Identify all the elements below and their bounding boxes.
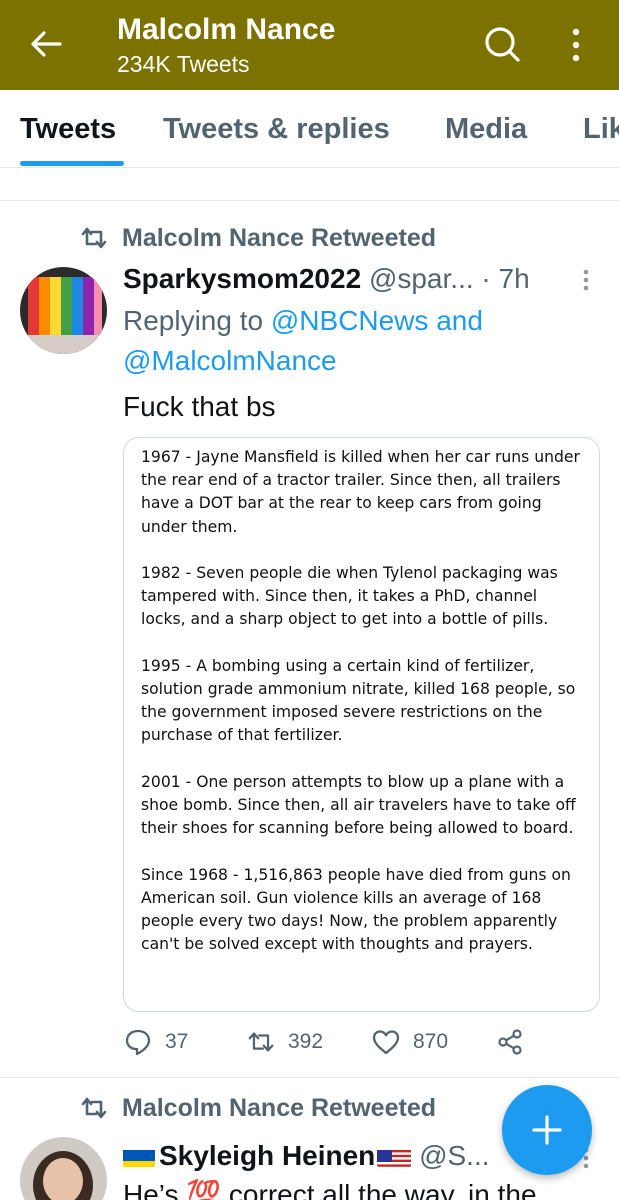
author-name[interactable]: Sparkysmom2022: [123, 263, 361, 294]
author-name[interactable]: Skyleigh Heinen: [159, 1140, 375, 1171]
tweet-actions: 37 392 870: [123, 1027, 583, 1063]
mention-and[interactable]: and: [436, 305, 483, 336]
retweet-button[interactable]: 392: [246, 1027, 323, 1057]
retweet-icon: [248, 1032, 274, 1052]
tab-tweets-and-replies[interactable]: Tweets & replies: [163, 112, 390, 146]
compose-tweet-button[interactable]: [502, 1085, 592, 1175]
retweet-context-label: Malcolm Nance Retweeted: [122, 223, 436, 252]
top-app-bar: Malcolm Nance 234K Tweets: [0, 0, 619, 90]
image-paragraph: 1995 - A bombing using a certain kind of…: [141, 656, 576, 745]
us-flag-icon: [377, 1145, 412, 1167]
tab-tweets[interactable]: Tweets: [20, 112, 116, 146]
retweet-context-label: Malcolm Nance Retweeted: [122, 1093, 436, 1122]
retweet-count: 392: [288, 1030, 324, 1053]
profile-name-title: Malcolm Nance: [117, 13, 336, 46]
profile-tabs: Tweets Tweets & replies Media Likes: [0, 90, 619, 168]
reply-icon: [125, 1029, 151, 1056]
image-paragraph: Since 1968 - 1,516,863 people have died …: [141, 865, 571, 954]
more-vertical-icon[interactable]: [566, 26, 586, 66]
image-paragraph: 1967 - Jayne Mansfield is killed when he…: [141, 448, 580, 536]
tweet-image[interactable]: 1967 - Jayne Mansfield is killed when he…: [123, 437, 600, 1012]
retweet-context: Malcolm Nance Retweeted: [78, 222, 436, 254]
reply-button[interactable]: 37: [123, 1027, 188, 1057]
tweet-count: 234K Tweets: [117, 51, 250, 77]
replying-to: Replying to @NBCNews and @MalcolmNance: [123, 301, 593, 381]
like-count: 870: [413, 1030, 449, 1053]
image-paragraph: 2001 - One person attempts to blow up a …: [141, 772, 576, 838]
separator-dot: ·: [481, 263, 491, 294]
search-icon[interactable]: [482, 24, 522, 64]
reply-count: 37: [165, 1030, 189, 1053]
more-options-icon[interactable]: [580, 268, 592, 292]
heart-icon: [372, 1030, 400, 1055]
tab-likes[interactable]: Likes: [583, 112, 619, 146]
plus-icon: [532, 1115, 562, 1145]
tweet-author-row: Sparkysmom2022 @spar... · 7h: [123, 261, 593, 297]
tweet-text: Fuck that bs: [123, 391, 276, 422]
author-handle[interactable]: @S...: [419, 1140, 489, 1171]
tab-media[interactable]: Media: [445, 112, 527, 146]
replying-to-label: Replying to: [123, 305, 264, 336]
tweet-divider: [0, 1077, 619, 1078]
mention-link[interactable]: @NBCNews: [271, 305, 429, 336]
active-tab-indicator: [20, 161, 124, 166]
mention-link[interactable]: @MalcolmNance: [123, 345, 337, 376]
image-paragraph: 1982 - Seven people die when Tylenol pac…: [141, 564, 558, 629]
arrow-left-icon[interactable]: [28, 26, 64, 62]
share-icon: [498, 1029, 522, 1055]
share-button[interactable]: [495, 1027, 537, 1057]
tweet-timestamp: 7h: [498, 263, 530, 294]
retweet-icon: [81, 227, 107, 249]
feed-spacer: [0, 168, 619, 201]
tweet-text: He’s 💯 correct all the way, in the: [123, 1179, 537, 1200]
avatar[interactable]: [20, 1137, 107, 1200]
retweet-icon: [81, 1097, 107, 1119]
avatar[interactable]: [20, 267, 107, 354]
ukraine-flag-icon: [123, 1145, 155, 1167]
retweet-context: Malcolm Nance Retweeted: [78, 1092, 436, 1124]
author-handle[interactable]: @spar...: [369, 263, 474, 294]
like-button[interactable]: 870: [371, 1027, 448, 1057]
